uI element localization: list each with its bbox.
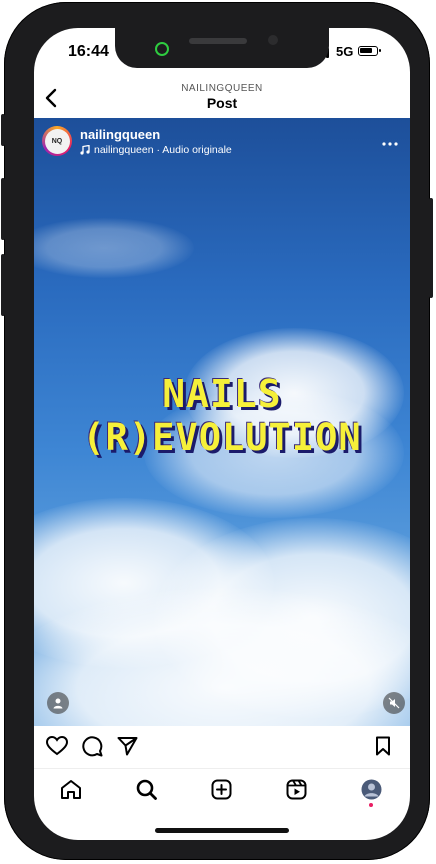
nav-create[interactable] bbox=[211, 779, 232, 805]
nav-search[interactable] bbox=[136, 779, 157, 805]
silent-switch bbox=[1, 114, 5, 146]
header-username: NAILINGQUEEN bbox=[181, 83, 263, 94]
home-icon bbox=[61, 780, 81, 799]
save-button[interactable] bbox=[375, 736, 391, 761]
notch bbox=[115, 28, 329, 68]
volume-down-button bbox=[1, 254, 5, 316]
power-button bbox=[429, 198, 433, 298]
status-time: 16:44 bbox=[68, 43, 109, 60]
home-indicator[interactable] bbox=[155, 828, 289, 833]
active-call-indicator bbox=[155, 42, 169, 56]
more-options-button[interactable] bbox=[382, 130, 398, 151]
volume-up-button bbox=[1, 178, 5, 240]
phone-frame: 16:44 5G NAILINGQUEEN Post NQ nailingque… bbox=[1, 2, 433, 860]
page-title: Post bbox=[206, 95, 238, 111]
profile-avatar-icon bbox=[361, 779, 382, 800]
muted-speaker-icon bbox=[388, 697, 400, 709]
overlay-title-line2: (R)EVOLUTION bbox=[82, 416, 362, 459]
audio-link[interactable]: nailingqueen · Audio originale bbox=[80, 144, 232, 156]
avatar-initials: NQ bbox=[44, 128, 70, 154]
comment-icon bbox=[82, 736, 103, 757]
more-horizontal-icon bbox=[382, 142, 398, 146]
avatar[interactable]: NQ bbox=[42, 126, 72, 156]
screen: 16:44 5G NAILINGQUEEN Post NQ nailingque… bbox=[34, 28, 410, 840]
post-username[interactable]: nailingqueen bbox=[80, 127, 232, 142]
post-media[interactable]: NQ nailingqueen nailingqueen · Audio ori… bbox=[34, 118, 410, 726]
page-header: NAILINGQUEEN Post bbox=[34, 76, 410, 118]
notification-dot bbox=[369, 803, 373, 807]
overlay-title-line1: NAILS bbox=[162, 372, 282, 416]
cloud bbox=[34, 588, 410, 726]
bottom-navigation bbox=[34, 768, 410, 815]
add-post-icon bbox=[211, 779, 232, 800]
search-icon bbox=[136, 779, 157, 800]
mute-button[interactable] bbox=[383, 692, 405, 714]
nav-profile[interactable] bbox=[361, 779, 382, 805]
share-button[interactable] bbox=[117, 736, 138, 761]
post-actions bbox=[34, 726, 410, 768]
battery-icon bbox=[358, 46, 381, 56]
network-type: 5G bbox=[336, 44, 354, 59]
music-note-icon bbox=[80, 144, 90, 155]
comment-button[interactable] bbox=[82, 736, 103, 762]
cloud bbox=[34, 218, 194, 278]
nav-home[interactable] bbox=[60, 779, 82, 805]
audio-label: nailingqueen · Audio originale bbox=[94, 143, 232, 156]
tagged-users-button[interactable] bbox=[47, 692, 69, 714]
bookmark-icon bbox=[376, 736, 390, 756]
front-camera bbox=[268, 35, 278, 45]
like-button[interactable] bbox=[45, 735, 69, 761]
post-header: NQ nailingqueen nailingqueen · Audio ori… bbox=[42, 126, 232, 156]
speaker bbox=[189, 38, 247, 44]
send-icon bbox=[117, 737, 138, 756]
reels-icon bbox=[286, 779, 307, 800]
heart-icon bbox=[45, 735, 69, 756]
user-tag-icon bbox=[53, 698, 63, 709]
nav-reels[interactable] bbox=[286, 779, 307, 805]
